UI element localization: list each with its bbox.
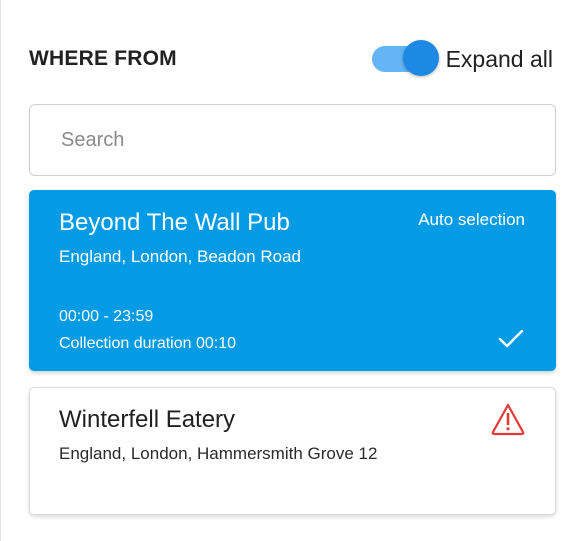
location-card[interactable]: Winterfell Eatery England, London, Hamme…: [29, 387, 556, 515]
auto-selection-badge: Auto selection: [418, 210, 525, 229]
search-input[interactable]: [29, 104, 556, 176]
location-name: Winterfell Eatery: [59, 406, 236, 433]
location-address: England, London, Beadon Road: [59, 247, 301, 266]
expand-all-toggle[interactable]: [371, 39, 439, 79]
check-icon: [498, 329, 524, 348]
warning-icon: [491, 403, 525, 436]
toggle-thumb: [402, 40, 439, 76]
panel-header: WHERE FROM Expand all: [29, 38, 553, 80]
collection-duration: Collection duration 00:10: [59, 335, 237, 352]
location-hours: 00:00 - 23:59: [59, 308, 154, 325]
location-card-selected[interactable]: Beyond The Wall Pub Auto selection Engla…: [29, 190, 556, 371]
location-name: Beyond The Wall Pub: [59, 209, 290, 236]
expand-all-label[interactable]: Expand all: [446, 46, 553, 73]
expand-all-control[interactable]: Expand all: [371, 39, 553, 79]
section-title: WHERE FROM: [29, 47, 177, 70]
location-address: England, London, Hammersmith Grove 12: [59, 444, 378, 463]
where-from-panel: WHERE FROM Expand all Beyond The Wall Pu…: [0, 0, 577, 541]
